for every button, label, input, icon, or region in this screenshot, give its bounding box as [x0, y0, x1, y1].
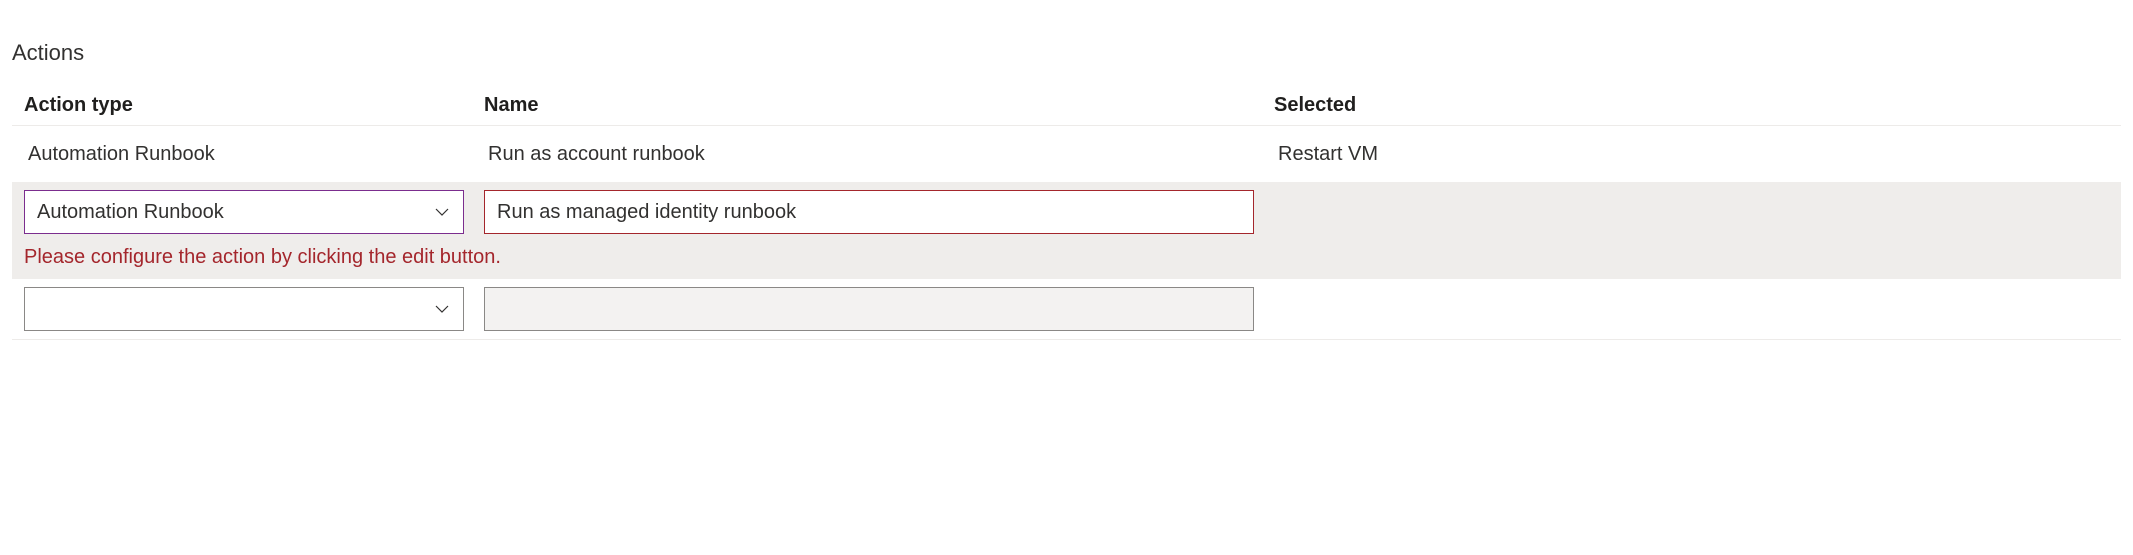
table-row — [12, 279, 2121, 340]
section-title: Actions — [12, 40, 2121, 66]
table-row: Automation Runbook Run as account runboo… — [12, 126, 2121, 182]
dropdown-value: Automation Runbook — [37, 201, 224, 224]
table-header: Action type Name Selected — [12, 86, 2121, 126]
row-selected: Restart VM — [1274, 143, 2109, 166]
chevron-down-icon — [433, 300, 451, 318]
header-selected: Selected — [1274, 94, 2109, 117]
row-action-type: Automation Runbook — [24, 143, 484, 166]
action-type-dropdown[interactable] — [24, 287, 464, 331]
name-input[interactable] — [484, 190, 1254, 234]
name-input[interactable] — [484, 287, 1254, 331]
action-type-dropdown[interactable]: Automation Runbook — [24, 190, 464, 234]
header-name: Name — [484, 94, 1274, 117]
row-name: Run as account runbook — [484, 143, 1274, 166]
header-action-type: Action type — [24, 94, 484, 117]
actions-table: Action type Name Selected Automation Run… — [12, 86, 2121, 340]
table-row: Automation Runbook — [12, 182, 2121, 242]
error-message: Please configure the action by clicking … — [12, 242, 2121, 279]
chevron-down-icon — [433, 203, 451, 221]
